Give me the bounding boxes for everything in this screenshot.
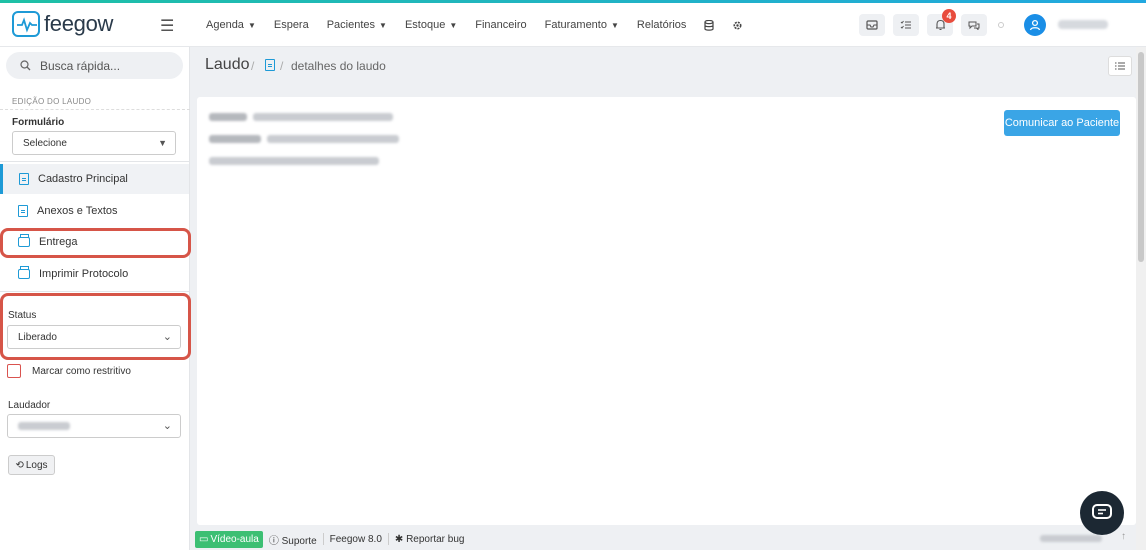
nav-relatorios[interactable]: Relatórios <box>637 19 687 31</box>
menu-anexos-textos[interactable]: Anexos e Textos <box>0 196 189 226</box>
divider <box>387 533 389 545</box>
nav-espera[interactable]: Espera <box>274 19 309 31</box>
form-label: Formulário <box>12 117 65 128</box>
form-select[interactable]: Selecione ▼ <box>12 131 176 155</box>
divider <box>0 109 190 110</box>
nav-label: Agenda <box>206 19 244 31</box>
checklist-icon[interactable] <box>893 14 919 36</box>
scrollbar-thumb[interactable] <box>1138 52 1144 262</box>
chat-bubble-icon <box>1092 504 1112 519</box>
arrow-up-icon[interactable]: ↑ <box>1121 531 1126 542</box>
breadcrumb-separator: / <box>251 59 255 73</box>
nav-label: Pacientes <box>326 19 376 31</box>
section-title: EDIÇÃO DO LAUDO <box>12 97 92 106</box>
printer-icon <box>18 266 30 279</box>
menu-label: Imprimir Protocolo <box>39 268 129 280</box>
help-icon: ⓘ <box>268 535 279 547</box>
nav-label: Relatórios <box>636 19 687 31</box>
procedure-info-redacted <box>209 134 399 143</box>
database-icon[interactable] <box>704 19 715 31</box>
report-bug-link[interactable]: ✱ Reportar bug <box>395 534 465 545</box>
caret-down-icon: ▼ <box>449 20 458 30</box>
patient-info-redacted <box>209 112 393 121</box>
pulse-icon <box>12 11 40 37</box>
caret-down-icon: ▼ <box>610 20 619 30</box>
divider <box>0 161 190 162</box>
document-icon <box>18 205 28 217</box>
main-nav: Agenda ▼ Espera Pacientes ▼ Estoque ▼ Finan… <box>206 3 743 47</box>
laudador-value-redacted <box>18 422 70 430</box>
footer-info-redacted <box>1040 535 1102 542</box>
divider <box>0 291 190 292</box>
page-title: Laudo <box>205 56 250 73</box>
nav-estoque[interactable]: Estoque ▼ <box>405 19 457 31</box>
chevron-down-icon: ⌄ <box>162 420 172 432</box>
logs-button[interactable]: ⟲ Logs <box>8 455 55 475</box>
logo-text: feegow <box>44 11 114 36</box>
menu-imprimir-protocolo[interactable]: Imprimir Protocolo <box>0 259 189 289</box>
nav-faturamento[interactable]: Faturamento ▼ <box>545 19 619 31</box>
footer: ▭ Vídeo-aula ⓘ Suporte Feegow 8.0 ✱ Repo… <box>190 528 1136 550</box>
menu-cadastro-principal[interactable]: Cadastro Principal <box>0 164 189 194</box>
caret-down-icon: ▼ <box>158 138 167 148</box>
quick-search[interactable]: Busca rápida... <box>6 52 183 79</box>
bell-icon[interactable]: 4 <box>927 9 956 36</box>
list-icon <box>1115 62 1125 70</box>
support-label: Suporte <box>281 535 317 547</box>
status-dot <box>998 22 1004 28</box>
main-panel: Comunicar ao Paciente <box>197 97 1136 525</box>
form-select-value: Selecione <box>23 137 67 149</box>
username-redacted[interactable] <box>1058 20 1108 29</box>
inbox-icon[interactable] <box>859 14 885 36</box>
menu-label: Anexos e Textos <box>37 205 118 217</box>
nav-pacientes[interactable]: Pacientes ▼ <box>327 19 387 31</box>
notification-badge: 4 <box>942 9 956 23</box>
top-header: feegow ☰ Agenda ▼ Espera Pacientes ▼ Estoq… <box>0 3 1146 47</box>
nav-label: Espera <box>273 19 309 31</box>
document-icon[interactable] <box>265 59 275 74</box>
nav-label: Faturamento <box>544 19 607 31</box>
bug-label: Reportar bug <box>406 533 465 545</box>
menu-label: Cadastro Principal <box>38 173 128 185</box>
support-link[interactable]: ⓘ Suporte <box>269 532 317 547</box>
search-icon <box>20 60 31 71</box>
nav-label: Financeiro <box>475 19 527 31</box>
search-placeholder: Busca rápida... <box>40 58 121 73</box>
video-lesson-button[interactable]: ▭ Vídeo-aula <box>195 530 263 548</box>
video-label: Vídeo-aula <box>210 533 259 545</box>
feegow-logo[interactable]: feegow <box>12 11 113 37</box>
restrict-checkbox[interactable] <box>7 364 21 378</box>
video-icon: ▭ <box>199 533 209 545</box>
history-icon: ⟲ <box>15 459 24 471</box>
communicate-patient-button[interactable]: Comunicar ao Paciente <box>1004 110 1120 136</box>
caret-down-icon: ▼ <box>379 20 387 30</box>
divider <box>322 533 324 545</box>
breadcrumb-detail: detalhes do laudo <box>291 59 386 73</box>
list-menu-button[interactable] <box>1108 56 1132 76</box>
nav-agenda[interactable]: Agenda ▼ <box>206 19 256 31</box>
restrict-label: Marcar como restritivo <box>32 366 131 377</box>
version-label: Feegow 8.0 <box>329 533 382 545</box>
form-info-redacted <box>209 156 379 165</box>
bug-icon: ✱ <box>394 533 404 545</box>
hamburger-menu-icon[interactable]: ☰ <box>160 16 174 36</box>
laudador-label: Laudador <box>8 400 51 411</box>
chat-widget-button[interactable] <box>1080 491 1124 535</box>
chat-icon[interactable] <box>961 14 987 36</box>
gear-icon[interactable] <box>732 20 743 31</box>
logs-label: Logs <box>25 459 48 471</box>
nav-financeiro[interactable]: Financeiro <box>475 19 526 31</box>
highlight-entrega <box>0 228 191 258</box>
user-avatar-icon[interactable] <box>1024 14 1046 36</box>
caret-down-icon: ▼ <box>247 20 256 30</box>
laudador-select[interactable]: ⌄ <box>7 414 181 438</box>
document-icon <box>19 173 29 185</box>
highlight-status <box>0 293 191 360</box>
nav-label: Estoque <box>404 19 446 31</box>
breadcrumb-separator: / <box>280 59 284 73</box>
breadcrumb: Laudo / / detalhes do laudo <box>190 47 1136 89</box>
